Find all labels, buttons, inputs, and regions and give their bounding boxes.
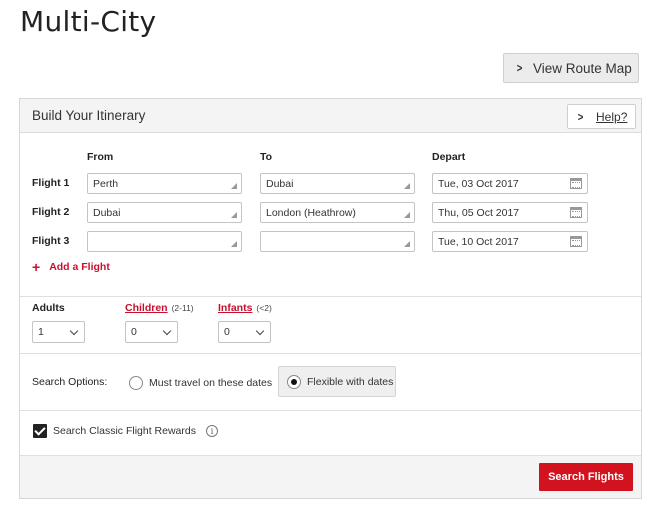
view-route-map-button[interactable]: > View Route Map [503, 53, 639, 83]
chevron-right-icon: > [577, 109, 584, 124]
calendar-icon[interactable] [570, 236, 582, 247]
children-label-text[interactable]: Children [125, 302, 168, 314]
panel-title: Build Your Itinerary [32, 108, 146, 123]
divider [20, 296, 641, 297]
classic-rewards-checkbox[interactable] [33, 424, 47, 438]
adults-label-text: Adults [32, 302, 65, 314]
add-flight-link[interactable]: + Add a Flight [32, 260, 110, 274]
resize-icon [231, 241, 237, 247]
flight-1-from-input[interactable]: Perth [87, 173, 242, 194]
page-title: Multi-City [20, 5, 157, 38]
column-depart: Depart [432, 151, 466, 163]
flight-2-depart-value: Thu, 05 Oct 2017 [438, 206, 520, 219]
flight-1-to-input[interactable]: Dubai [260, 173, 415, 194]
chevron-right-icon: > [516, 61, 523, 75]
flight-3-label: Flight 3 [32, 235, 70, 247]
flight-3-depart-value: Tue, 10 Oct 2017 [438, 235, 519, 248]
resize-icon [404, 212, 410, 218]
flight-2-from-value: Dubai [93, 206, 121, 219]
chevron-down-icon [255, 326, 265, 336]
flight-3-from-input[interactable] [87, 231, 242, 252]
flight-3-to-input[interactable] [260, 231, 415, 252]
option-must-travel-label: Must travel on these dates [149, 377, 273, 389]
option-flexible-label: Flexible with dates [307, 375, 394, 388]
plus-icon: + [32, 259, 41, 275]
view-route-map-label: View Route Map [533, 60, 632, 76]
resize-icon [231, 183, 237, 189]
flight-1-from-value: Perth [93, 177, 119, 190]
classic-rewards-option[interactable]: Search Classic Flight Rewards i [33, 424, 218, 438]
column-from: From [87, 151, 114, 163]
calendar-icon[interactable] [570, 207, 582, 218]
divider [20, 353, 641, 354]
option-must-travel[interactable]: Must travel on these dates [127, 369, 274, 397]
infants-label-text[interactable]: Infants [218, 302, 252, 314]
panel-footer: Search Flights [20, 455, 641, 498]
infants-select[interactable]: 0 [218, 321, 271, 343]
resize-icon [404, 241, 410, 247]
help-button[interactable]: > Help? [567, 104, 636, 129]
flight-3-depart-input[interactable]: Tue, 10 Oct 2017 [432, 231, 588, 252]
chevron-down-icon [69, 326, 79, 336]
adults-select[interactable]: 1 [32, 321, 85, 343]
adults-value: 1 [38, 326, 44, 338]
calendar-icon[interactable] [570, 178, 582, 189]
search-options-label: Search Options: [32, 376, 108, 388]
flight-1-label: Flight 1 [32, 177, 70, 189]
flight-1-depart-value: Tue, 03 Oct 2017 [438, 177, 519, 190]
resize-icon [231, 212, 237, 218]
classic-rewards-label: Search Classic Flight Rewards [53, 425, 196, 437]
adults-label: Adults [32, 302, 65, 314]
resize-icon [404, 183, 410, 189]
info-icon[interactable]: i [205, 425, 218, 437]
flight-2-to-value: London (Heathrow) [266, 206, 356, 219]
chevron-down-icon [162, 326, 172, 336]
panel-header: Build Your Itinerary > Help? [20, 99, 641, 133]
divider [20, 410, 641, 411]
children-value: 0 [131, 326, 137, 338]
flight-2-label: Flight 2 [32, 206, 70, 218]
flight-1-to-value: Dubai [266, 177, 294, 190]
infants-label[interactable]: Infants (<2) [218, 302, 272, 314]
infants-value: 0 [224, 326, 230, 338]
infants-age-note: (<2) [256, 303, 272, 313]
children-select[interactable]: 0 [125, 321, 178, 343]
add-flight-label: Add a Flight [49, 261, 110, 273]
flight-1-depart-input[interactable]: Tue, 03 Oct 2017 [432, 173, 588, 194]
radio-flexible[interactable] [287, 374, 301, 389]
option-flexible[interactable]: Flexible with dates [278, 366, 396, 397]
search-flights-button[interactable]: Search Flights [539, 463, 633, 491]
children-label[interactable]: Children (2-11) [125, 302, 194, 314]
children-age-note: (2-11) [171, 303, 194, 313]
column-to: To [260, 151, 273, 163]
flight-2-depart-input[interactable]: Thu, 05 Oct 2017 [432, 202, 588, 223]
help-label: Help? [596, 109, 628, 124]
flight-2-from-input[interactable]: Dubai [87, 202, 242, 223]
flight-2-to-input[interactable]: London (Heathrow) [260, 202, 415, 223]
radio-must-travel[interactable] [129, 376, 143, 390]
itinerary-panel: Build Your Itinerary > Help? From To Dep… [19, 98, 642, 499]
